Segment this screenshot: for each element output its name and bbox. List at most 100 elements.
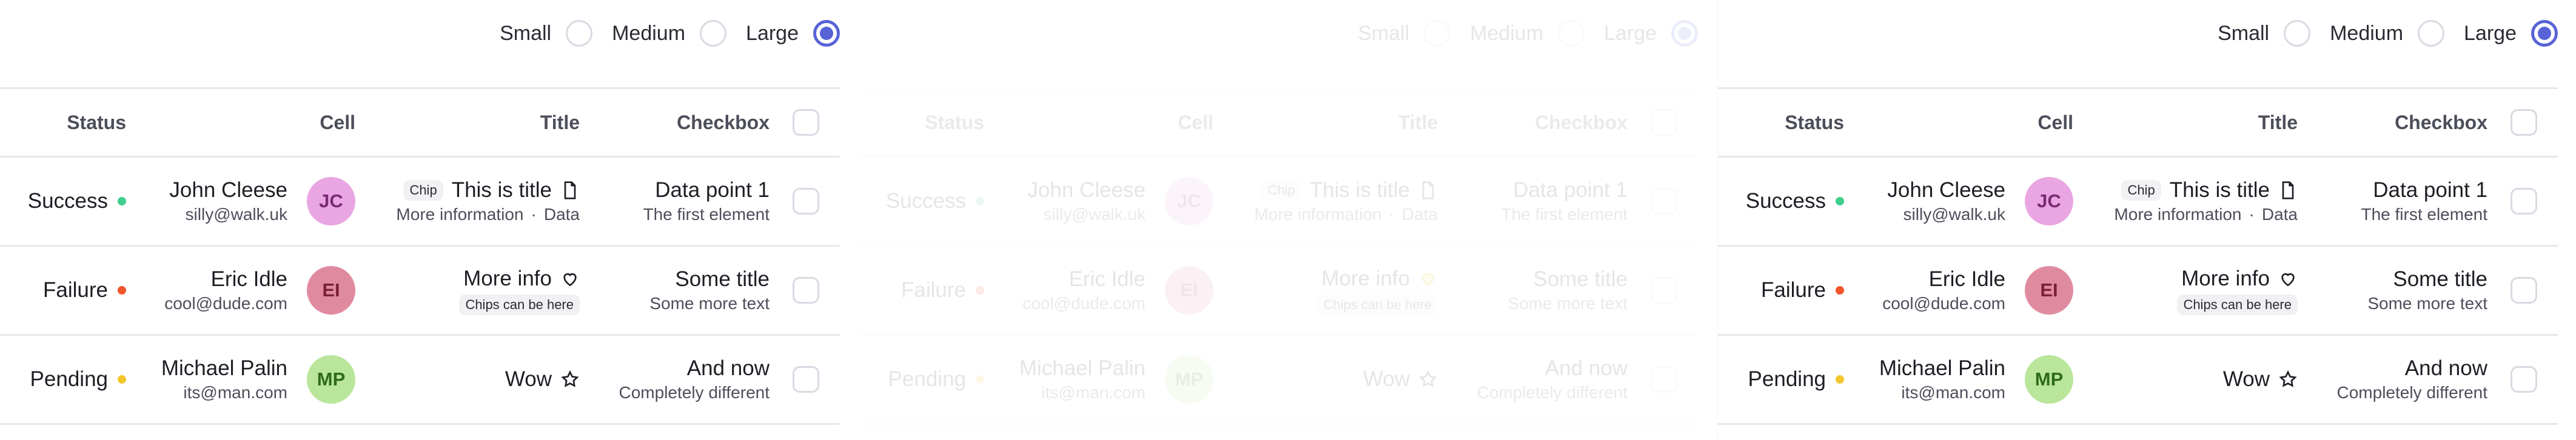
table-row[interactable]: Pending Michael Palin its@man.com MP Wow bbox=[1718, 336, 2558, 425]
select-all-checkbox[interactable] bbox=[2511, 109, 2537, 136]
radio-dot bbox=[1678, 27, 1691, 40]
radio-medium[interactable] bbox=[700, 20, 727, 47]
title-sub-b: Data bbox=[2261, 205, 2298, 224]
table-row[interactable]: Failure Eric Idle cool@dude.com EI More i… bbox=[1718, 247, 2558, 336]
title-cell: Wow bbox=[1213, 366, 1438, 393]
title-text: Wow bbox=[2222, 367, 2270, 391]
status-cell: Success bbox=[0, 189, 126, 213]
radio-large[interactable] bbox=[1671, 20, 1698, 47]
data-table: Status Cell Title Checkbox Success John … bbox=[1718, 87, 2558, 425]
check-title: And now bbox=[1545, 356, 1628, 380]
radio-large[interactable] bbox=[813, 20, 840, 47]
check-subtitle: The first element bbox=[2361, 205, 2487, 224]
size-option-large[interactable]: Large bbox=[2464, 20, 2558, 47]
title-sub-a: More information bbox=[2114, 205, 2242, 224]
size-label: Large bbox=[746, 21, 799, 45]
radio-small[interactable] bbox=[566, 20, 593, 47]
check-title: Some title bbox=[2393, 267, 2487, 291]
size-option-large[interactable]: Large bbox=[746, 20, 840, 47]
table-row[interactable]: Pending Michael Palin its@man.com MP Wow bbox=[858, 336, 1698, 425]
title-sub-separator: · bbox=[1389, 205, 1395, 224]
size-option-small[interactable]: Small bbox=[1358, 20, 1451, 47]
person-email: cool@dude.com bbox=[164, 294, 287, 313]
table-panel-right: Small Medium Large Status Cell Title Che… bbox=[1717, 0, 2558, 440]
row-checkbox[interactable] bbox=[2511, 366, 2537, 393]
person-name: Michael Palin bbox=[1879, 356, 2005, 380]
size-label: Small bbox=[2218, 21, 2270, 45]
row-checkbox[interactable] bbox=[2511, 188, 2537, 215]
size-option-medium[interactable]: Medium bbox=[612, 20, 727, 47]
avatar: JC bbox=[307, 177, 355, 225]
radio-medium[interactable] bbox=[2418, 20, 2445, 47]
radio-small[interactable] bbox=[2284, 20, 2311, 47]
size-option-large[interactable]: Large bbox=[1604, 20, 1698, 47]
check-title: Data point 1 bbox=[2373, 178, 2487, 202]
header-cell: Cell bbox=[1178, 111, 1213, 133]
person-name: John Cleese bbox=[169, 178, 287, 202]
radio-medium[interactable] bbox=[1558, 20, 1585, 47]
size-option-medium[interactable]: Medium bbox=[1470, 20, 1585, 47]
title-cell: Wow bbox=[355, 366, 580, 393]
table-header: Status Cell Title Checkbox bbox=[1718, 89, 2558, 158]
header-checkbox: Checkbox bbox=[580, 109, 819, 136]
status-cell: Pending bbox=[858, 367, 984, 392]
size-option-medium[interactable]: Medium bbox=[2330, 20, 2445, 47]
table-row[interactable]: Success John Cleese silly@walk.uk JC Chip… bbox=[0, 158, 840, 247]
title-cell: More info Chips can be here bbox=[355, 265, 580, 315]
check-title: Data point 1 bbox=[655, 178, 770, 202]
row-checkbox[interactable] bbox=[1651, 188, 1677, 215]
checkbox-cell: And now Completely different bbox=[580, 355, 819, 404]
header-checkbox-label: Checkbox bbox=[1535, 111, 1628, 133]
check-subtitle: Some more text bbox=[1508, 294, 1628, 313]
checkbox-cell: And now Completely different bbox=[1438, 355, 1677, 404]
check-title: Some title bbox=[1533, 267, 1628, 291]
radio-large[interactable] bbox=[2531, 20, 2558, 47]
size-label: Small bbox=[500, 21, 552, 45]
table-row[interactable]: Success John Cleese silly@walk.uk JC Chip… bbox=[1718, 158, 2558, 247]
status-text: Failure bbox=[1761, 278, 1826, 302]
size-label: Small bbox=[1358, 21, 1410, 45]
size-option-small[interactable]: Small bbox=[500, 20, 593, 47]
row-checkbox[interactable] bbox=[793, 188, 819, 215]
header-checkbox: Checkbox bbox=[2298, 109, 2537, 136]
data-table: Status Cell Title Checkbox Success John … bbox=[858, 87, 1698, 425]
size-label: Medium bbox=[1470, 21, 1544, 45]
row-checkbox[interactable] bbox=[1651, 277, 1677, 304]
row-checkbox[interactable] bbox=[793, 366, 819, 393]
table-row[interactable]: Success John Cleese silly@walk.uk JC Chip… bbox=[858, 158, 1698, 247]
title-sub-separator: · bbox=[531, 205, 537, 224]
row-checkbox[interactable] bbox=[2511, 277, 2537, 304]
avatar: MP bbox=[307, 355, 355, 404]
header-checkbox-label: Checkbox bbox=[677, 111, 770, 133]
size-selector: Small Medium Large bbox=[500, 0, 840, 67]
status-dot-success bbox=[1836, 197, 1844, 205]
row-checkbox[interactable] bbox=[793, 277, 819, 304]
avatar: EI bbox=[1165, 266, 1213, 315]
table-row[interactable]: Failure Eric Idle cool@dude.com EI More i… bbox=[0, 247, 840, 336]
person-email: silly@walk.uk bbox=[1043, 205, 1145, 224]
size-label: Medium bbox=[612, 21, 686, 45]
status-dot-success bbox=[118, 197, 126, 205]
radio-small[interactable] bbox=[1424, 20, 1451, 47]
size-option-small[interactable]: Small bbox=[2218, 20, 2311, 47]
person-email: cool@dude.com bbox=[1022, 294, 1145, 313]
status-text: Success bbox=[27, 189, 108, 213]
star-icon bbox=[2279, 370, 2297, 387]
table-panel-left: Small Medium Large Status Cell Title Che… bbox=[0, 0, 840, 440]
avatar: JC bbox=[2025, 177, 2073, 225]
title-cell: Wow bbox=[2073, 366, 2298, 393]
title-text: More info bbox=[463, 267, 552, 290]
star-icon bbox=[561, 370, 579, 387]
status-dot-failure bbox=[1836, 286, 1844, 295]
check-subtitle: Some more text bbox=[649, 294, 770, 313]
table-row[interactable]: Pending Michael Palin its@man.com MP Wow bbox=[0, 336, 840, 425]
table-row[interactable]: Failure Eric Idle cool@dude.com EI More i… bbox=[858, 247, 1698, 336]
radio-dot bbox=[2538, 27, 2551, 40]
title-cell: Chip This is title More information · Data bbox=[355, 177, 580, 225]
row-checkbox[interactable] bbox=[1651, 366, 1677, 393]
person-name: Eric Idle bbox=[1928, 267, 2005, 291]
select-all-checkbox[interactable] bbox=[793, 109, 819, 136]
person-cell: Michael Palin its@man.com MP bbox=[984, 355, 1213, 404]
select-all-checkbox[interactable] bbox=[1651, 109, 1677, 136]
person-cell: John Cleese silly@walk.uk JC bbox=[1844, 177, 2073, 225]
